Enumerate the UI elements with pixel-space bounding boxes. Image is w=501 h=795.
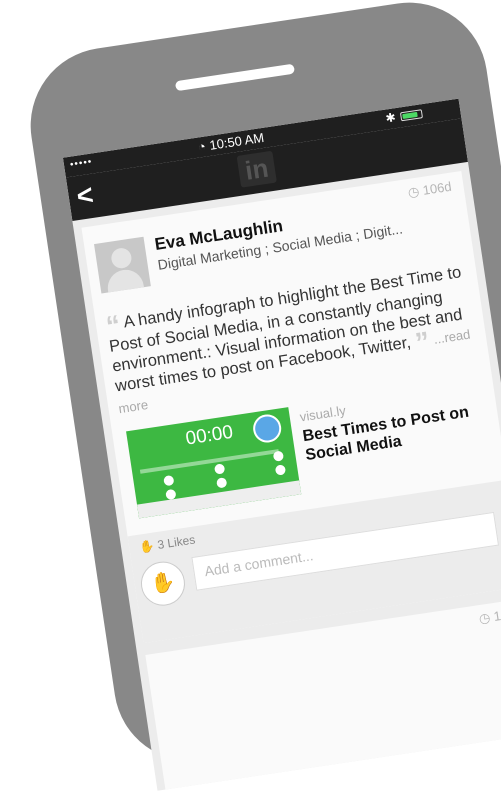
- like-button[interactable]: ✋: [137, 558, 188, 609]
- post-body: “ A handy infograph to highlight the Bes…: [104, 262, 477, 419]
- close-quote-icon: ”: [413, 325, 432, 359]
- bluetooth-icon: ✱: [384, 110, 397, 126]
- likes-count-value: 3 Likes: [156, 532, 197, 552]
- phone-frame: ••••• ◔ 10:50 AM ✱ < in ◷ 106d Eva McLaug…: [20, 0, 501, 791]
- avatar[interactable]: [94, 236, 151, 294]
- thumbnail-time: 00:00: [184, 421, 235, 450]
- signal-indicator: •••••: [69, 156, 94, 171]
- post-age: ◷ 106d: [406, 178, 453, 201]
- comment-input[interactable]: Add a comment...: [191, 511, 500, 591]
- thumbnail-dot: [274, 464, 287, 476]
- likes-count[interactable]: ✋ 3 Likes: [138, 532, 196, 554]
- next-post-age: ◷ 15d: [478, 606, 501, 627]
- post-card[interactable]: ◷ 106d Eva McLaughlin Digital Marketing …: [81, 170, 501, 644]
- post-text: A handy infograph to highlight the Best …: [108, 263, 464, 396]
- speaker-slot: [174, 63, 296, 92]
- phone-screen: ••••• ◔ 10:50 AM ✱ < in ◷ 106d Eva McLaug…: [62, 98, 501, 791]
- post-age-value: 106d: [421, 178, 453, 198]
- thumbnail-dot: [213, 463, 226, 475]
- avatar-body: [105, 267, 144, 293]
- back-button[interactable]: <: [75, 179, 96, 213]
- thumbnail-dot: [272, 450, 285, 462]
- link-thumbnail[interactable]: 00:00: [126, 407, 302, 519]
- next-post-age-value: 15d: [492, 605, 501, 625]
- battery-fill: [402, 111, 419, 120]
- avatar-head: [110, 246, 133, 270]
- clock-icon: [251, 412, 284, 445]
- thumbnail-line: [139, 449, 279, 474]
- thumbnail-dot: [163, 474, 175, 487]
- wifi-icon: ◔: [196, 138, 207, 155]
- battery-icon: [399, 109, 424, 122]
- linkedin-logo: in: [236, 150, 277, 188]
- thumbnail-dot: [216, 477, 228, 489]
